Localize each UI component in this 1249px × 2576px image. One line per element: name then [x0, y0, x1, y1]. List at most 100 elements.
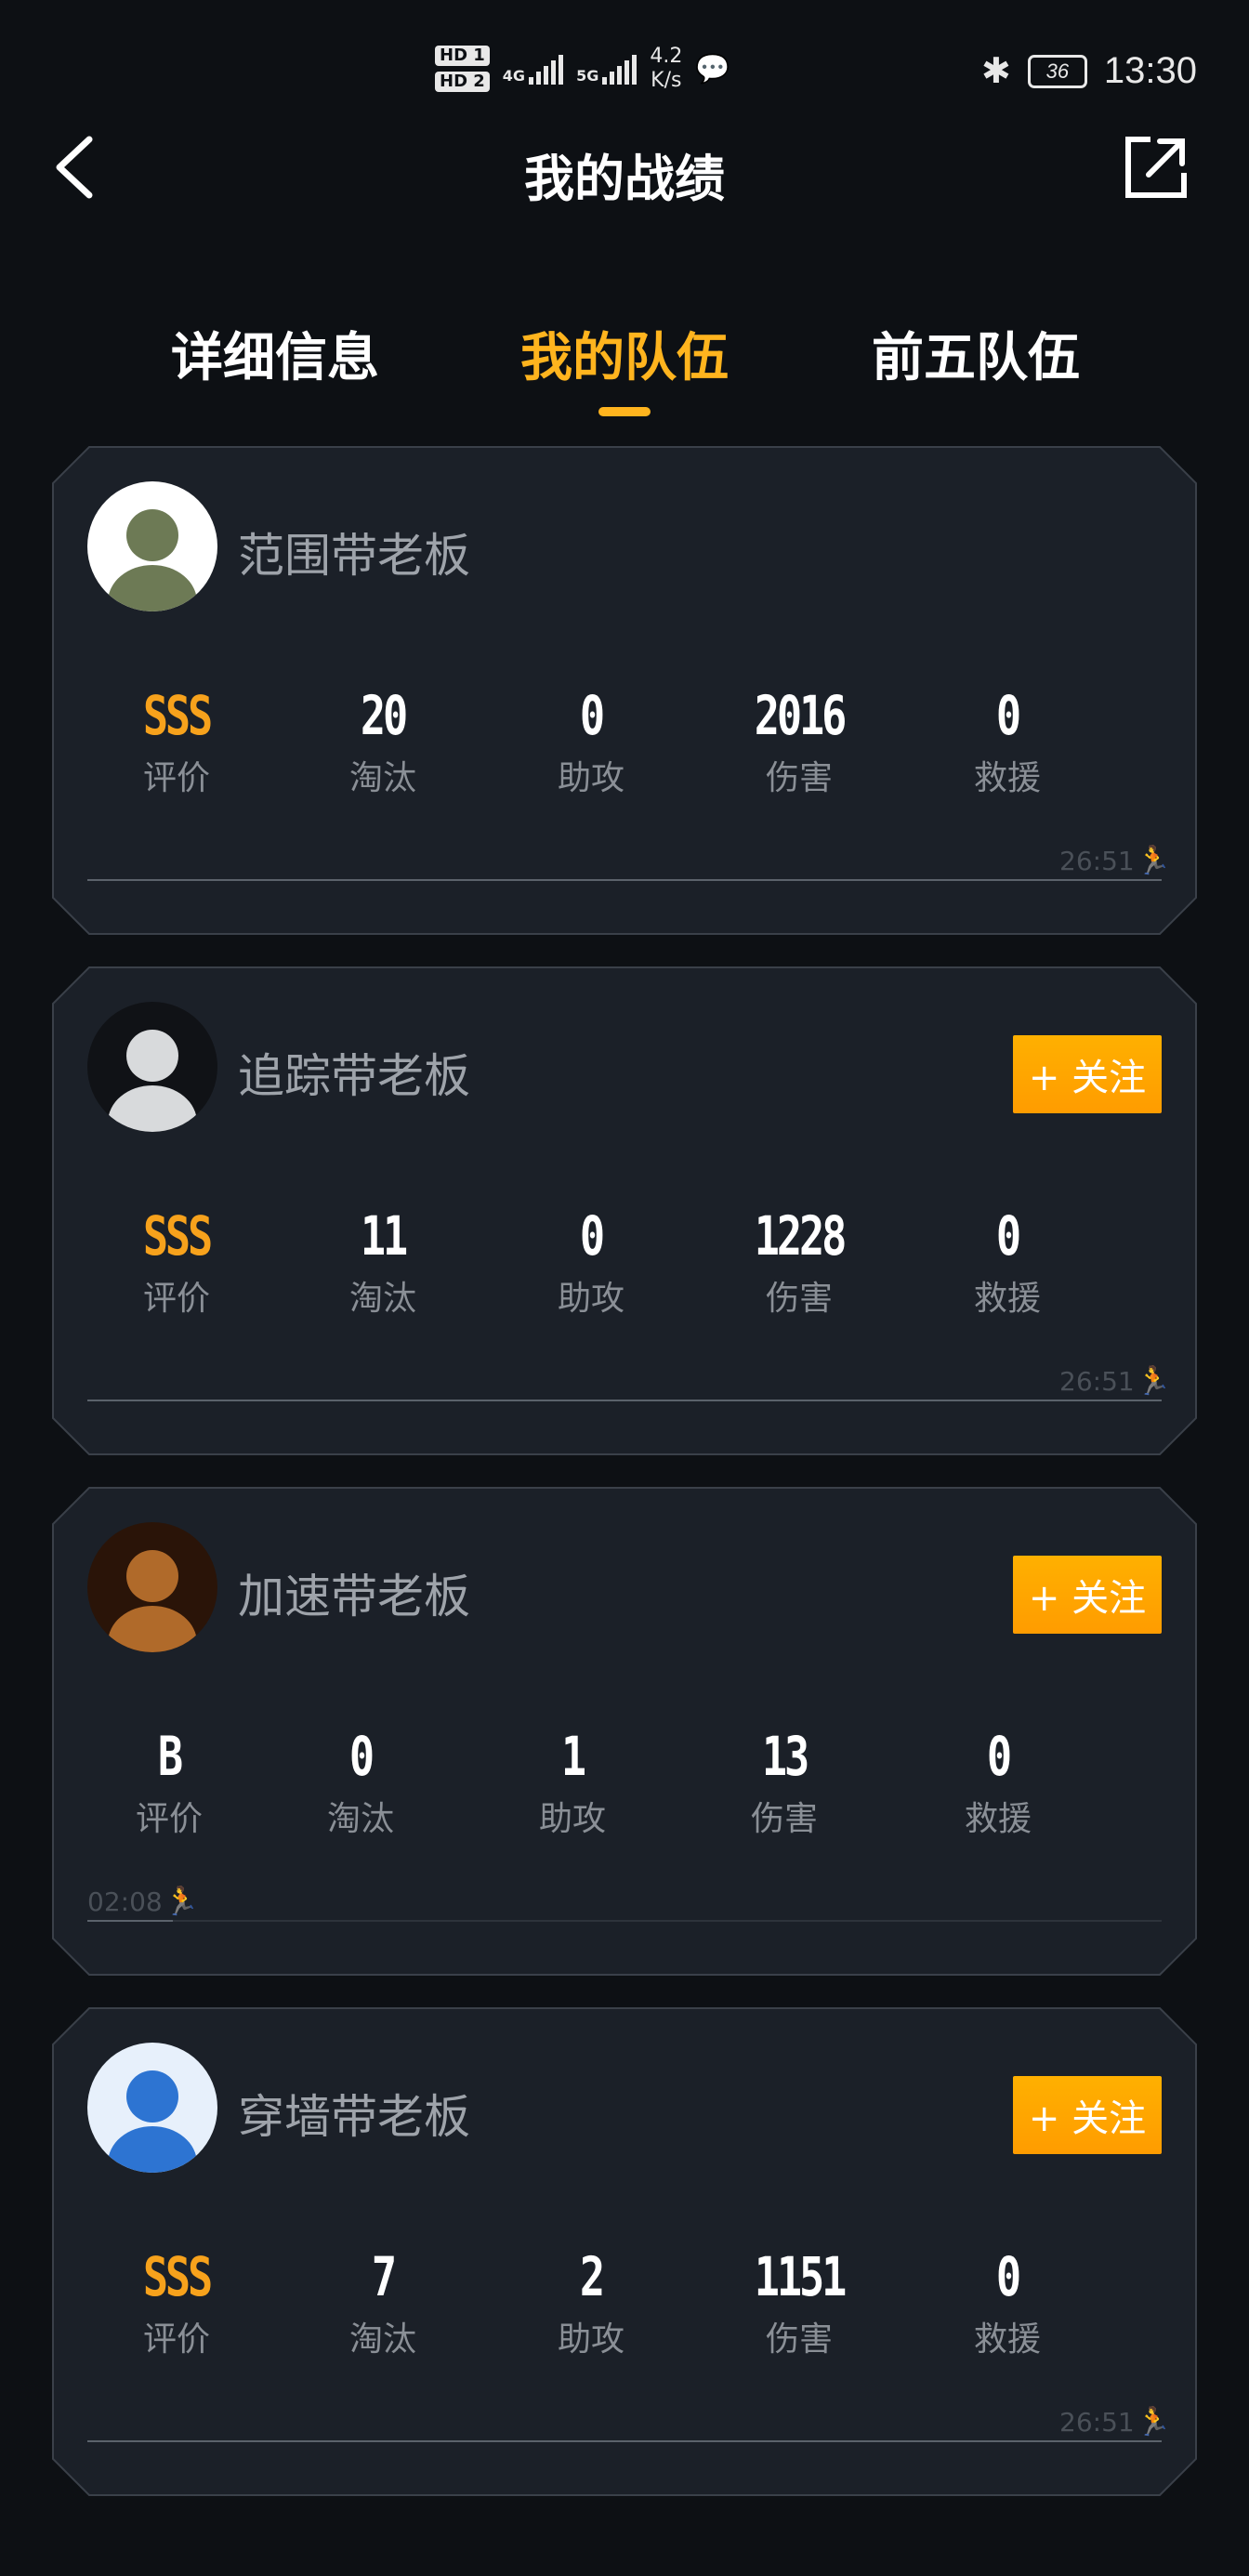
- stat-assists-value: 0: [579, 684, 605, 747]
- running-man-icon: 🏃: [1136, 845, 1172, 877]
- stat-rescue: 0 救援: [924, 2245, 1091, 2360]
- stat-assists-label: 助攻: [557, 2320, 624, 2359]
- survival-time-value: 26:51: [1059, 1366, 1135, 1397]
- stat-rescue-value: 0: [995, 1204, 1021, 1268]
- stat-rating-value: SSS: [142, 684, 213, 747]
- player-card: 范围带老板 SSS 评价 20 淘汰 0 助攻 2016 伤害 0 救援 26:…: [52, 446, 1197, 935]
- stat-kills-label: 淘汰: [348, 2320, 416, 2359]
- stat-damage-label: 伤害: [765, 1280, 833, 1318]
- survival-time: 02:08 🏃: [87, 1886, 199, 1918]
- player-card: 加速带老板 + 关注 B 评价 0 淘汰 1 助攻 13 伤害 0 救援 02:…: [52, 1487, 1197, 1976]
- avatar[interactable]: [87, 2043, 217, 2173]
- follow-button[interactable]: + 关注: [1013, 1556, 1162, 1634]
- stat-kills: 0 淘汰: [277, 1725, 444, 1840]
- stat-rescue-value: 0: [995, 2245, 1021, 2308]
- stat-kills-value: 20: [360, 684, 408, 747]
- battery-icon: 36: [1027, 54, 1087, 88]
- survival-timeline: [87, 1400, 1162, 1401]
- stat-assists-label: 助攻: [538, 1800, 606, 1838]
- stat-kills-value: 7: [371, 2245, 397, 2308]
- stat-rescue-value: 0: [986, 1725, 1012, 1788]
- stat-kills-label: 淘汰: [326, 1800, 394, 1838]
- tab-my-team[interactable]: 我的队伍: [520, 316, 729, 391]
- stat-rating-value: B: [157, 1725, 183, 1788]
- stat-rating: SSS 评价: [93, 684, 260, 799]
- avatar[interactable]: [87, 481, 217, 611]
- stat-damage-value: 13: [761, 1725, 809, 1788]
- sim-indicators: HD 1 HD 2: [435, 46, 490, 92]
- stat-damage-label: 伤害: [765, 759, 833, 797]
- survival-timeline-fill: [87, 1920, 173, 1922]
- battery-level: 36: [1045, 59, 1070, 83]
- sim2-label: HD 2: [435, 72, 490, 92]
- stat-kills: 7 淘汰: [299, 2245, 467, 2360]
- stat-damage: 13 伤害: [701, 1725, 868, 1840]
- clock: 13:30: [1103, 50, 1197, 91]
- survival-time-value: 02:08: [87, 1886, 163, 1917]
- survival-time-value: 26:51: [1059, 846, 1135, 876]
- stat-rescue: 0 救援: [924, 1204, 1091, 1320]
- stat-rescue-label: 救援: [964, 1800, 1032, 1838]
- follow-button[interactable]: + 关注: [1013, 1035, 1162, 1113]
- net1-label: 4G: [502, 67, 526, 85]
- follow-button[interactable]: + 关注: [1013, 2076, 1162, 2154]
- stat-rescue-label: 救援: [973, 2320, 1041, 2359]
- survival-time: 26:51 🏃: [1059, 2406, 1171, 2438]
- player-name: 穿墙带老板: [238, 2090, 470, 2144]
- signal-4g-icon: 4G: [502, 53, 564, 85]
- survival-timeline: [87, 1920, 1162, 1922]
- active-tab-indicator: [598, 407, 651, 416]
- stat-rescue: 0 救援: [914, 1725, 1082, 1840]
- status-bar-right: ✱ 36 13:30: [981, 50, 1197, 92]
- stat-kills-label: 淘汰: [348, 759, 416, 797]
- stat-kills-label: 淘汰: [348, 1280, 416, 1318]
- avatar[interactable]: [87, 1002, 217, 1132]
- survival-timeline: [87, 879, 1162, 881]
- stat-damage-label: 伤害: [750, 1800, 818, 1838]
- tab-details[interactable]: 详细信息: [171, 316, 379, 391]
- stat-damage: 1151 伤害: [716, 2245, 883, 2360]
- stat-kills-value: 0: [348, 1725, 375, 1788]
- stat-kills: 11 淘汰: [299, 1204, 467, 1320]
- stat-damage-label: 伤害: [765, 2320, 833, 2359]
- survival-timeline-fill: [87, 879, 1162, 881]
- share-icon[interactable]: [1123, 134, 1190, 201]
- stat-rating-label: 评价: [135, 1800, 203, 1838]
- stat-rescue: 0 救援: [924, 684, 1091, 799]
- speed-value: 4.2: [650, 45, 683, 68]
- survival-timeline-fill: [87, 1400, 1162, 1401]
- stat-damage-value: 1151: [754, 2245, 848, 2308]
- stat-damage: 1228 伤害: [716, 1204, 883, 1320]
- stat-assists: 0 助攻: [507, 1204, 675, 1320]
- stat-rating-label: 评价: [142, 759, 210, 797]
- running-man-icon: 🏃: [164, 1886, 200, 1918]
- tab-top-five[interactable]: 前五队伍: [872, 316, 1080, 391]
- stat-rescue-label: 救援: [973, 759, 1041, 797]
- survival-timeline-fill: [87, 2440, 1162, 2442]
- stat-rating-value: SSS: [142, 2245, 213, 2308]
- page-title: 我的战绩: [524, 150, 725, 208]
- player-card: 追踪带老板 + 关注 SSS 评价 11 淘汰 0 助攻 1228 伤害 0 救…: [52, 966, 1197, 1455]
- stat-rating: SSS 评价: [93, 1204, 260, 1320]
- stat-assists-label: 助攻: [557, 759, 624, 797]
- bluetooth-icon: ✱: [981, 52, 1011, 91]
- player-card: 穿墙带老板 + 关注 SSS 评价 7 淘汰 2 助攻 1151 伤害 0 救援…: [52, 2007, 1197, 2496]
- wechat-icon: 💬: [695, 52, 730, 85]
- stat-assists: 2 助攻: [507, 2245, 675, 2360]
- stat-rating: B 评价: [85, 1725, 253, 1840]
- avatar[interactable]: [87, 1522, 217, 1652]
- player-name: 追踪带老板: [238, 1049, 470, 1103]
- stat-assists: 0 助攻: [507, 684, 675, 799]
- survival-timeline: [87, 2440, 1162, 2442]
- stat-damage-value: 2016: [754, 684, 848, 747]
- signal-5g-icon: 5G: [576, 53, 638, 85]
- stat-kills-value: 11: [360, 1204, 408, 1268]
- stat-rating-value: SSS: [142, 1204, 213, 1268]
- stat-damage-value: 1228: [754, 1204, 848, 1268]
- stat-assists-value: 0: [579, 1204, 605, 1268]
- player-name: 加速带老板: [238, 1570, 470, 1623]
- status-bar: HD 1 HD 2 4G 5G 4.2 K/s 💬 ✱ 36 13:30: [0, 0, 1249, 139]
- stat-rating: SSS 评价: [93, 2245, 260, 2360]
- stat-rating-label: 评价: [142, 2320, 210, 2359]
- stat-rescue-value: 0: [995, 684, 1021, 747]
